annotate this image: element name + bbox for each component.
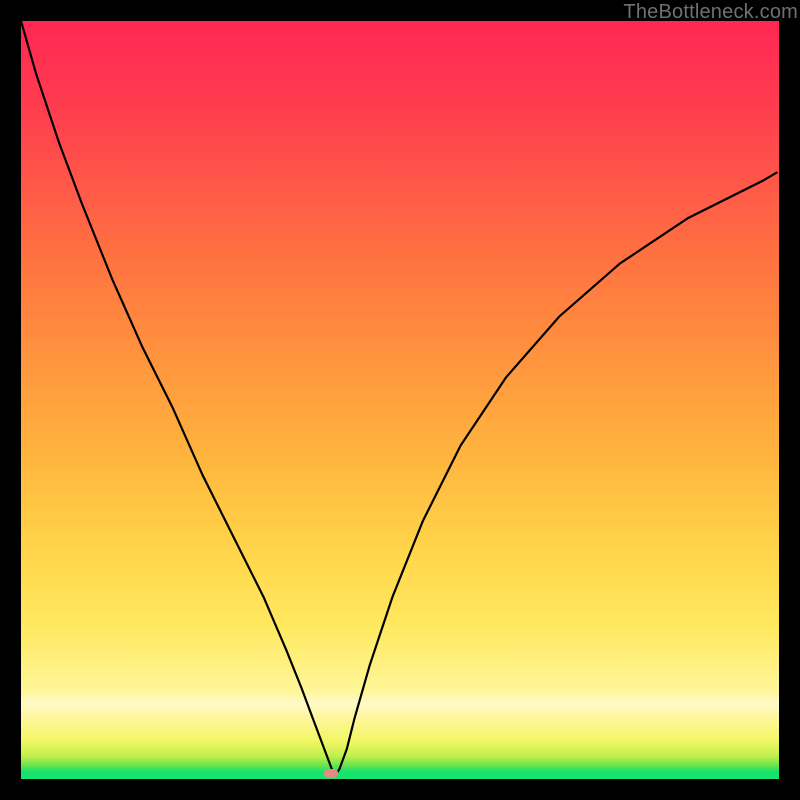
bottleneck-marker (324, 769, 338, 778)
bottleneck-curve (21, 21, 779, 779)
bottleneck-gradient-plot (21, 21, 779, 779)
watermark-text: TheBottleneck.com (623, 1, 798, 24)
